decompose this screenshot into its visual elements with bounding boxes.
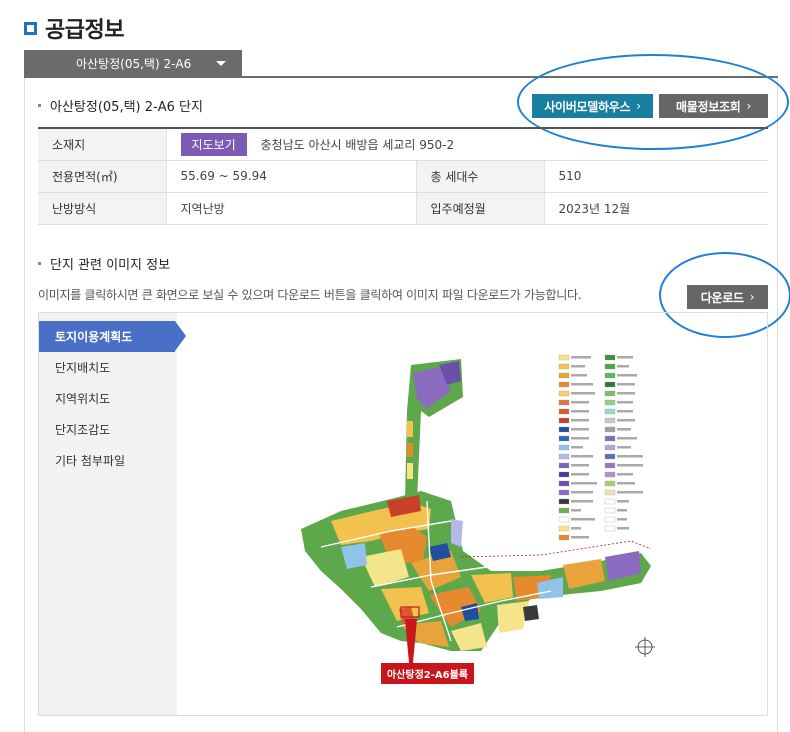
images-heading-text: 단지 관련 이미지 정보 [50,258,171,273]
area-label: 전용면적(㎡) [38,160,167,193]
bullet-icon [38,104,41,107]
location-label: 소재지 [38,127,167,161]
complex-select-label: 아산탕정(05,택) 2-A6 [76,56,192,71]
movein-label: 입주예정월 [416,192,545,225]
page-title-text: 공급정보 [45,18,124,43]
area-value: 55.69 ~ 59.94 [166,160,417,193]
map-main-body [301,491,651,651]
complex-select-tab[interactable]: 아산탕정(05,택) 2-A6 [24,50,242,76]
nav-item-land-use[interactable]: 토지이용계획도 [39,321,186,352]
map-legend [558,354,643,541]
images-section-heading: 단지 관련 이미지 정보 [38,254,170,273]
heating-value: 지역난방 [166,192,417,225]
map-north-strip [405,359,463,501]
complex-section-heading: 아산탕정(05,택) 2-A6 단지 [38,96,203,115]
households-label: 총 세대수 [416,160,545,193]
square-bullet-icon [24,21,37,35]
images-description: 이미지를 클릭하시면 큰 화면으로 보실 수 있으며 다운로드 버튼을 클릭하여… [38,288,582,302]
image-category-nav: 토지이용계획도 단지배치도 지역위치도 단지조감도 기타 첨부파일 [39,313,186,715]
table-row: 전용면적(㎡) 55.69 ~ 59.94 총 세대수 510 [38,160,768,193]
nav-item-layout[interactable]: 단지배치도 [39,352,177,383]
block-callout-label: 아산탕정2-A6블록 [381,663,475,684]
view-map-button[interactable]: 지도보기 [180,132,247,156]
nav-item-location[interactable]: 지역위치도 [39,383,177,414]
nav-item-aerial[interactable]: 단지조감도 [39,414,177,445]
bullet-icon [38,262,41,265]
location-cell: 지도보기 충청남도 아산시 배방읍 세교리 950-2 [166,127,768,161]
image-viewer: 토지이용계획도 단지배치도 지역위치도 단지조감도 기타 첨부파일 아산탕정2-… [38,312,768,716]
north-compass-icon [635,637,655,657]
table-row: 소재지 지도보기 충청남도 아산시 배방읍 세교리 950-2 [38,127,768,161]
complex-info-table: 소재지 지도보기 충청남도 아산시 배방읍 세교리 950-2 전용면적(㎡) … [38,127,768,225]
heating-label: 난방방식 [38,192,167,225]
caret-down-icon [216,61,226,66]
movein-value: 2023년 12월 [544,192,768,225]
land-use-plan-image[interactable] [301,351,661,681]
page-title: 공급정보 [24,12,124,44]
location-value: 충청남도 아산시 배방읍 세교리 950-2 [260,137,455,152]
complex-heading-text: 아산탕정(05,택) 2-A6 단지 [50,100,203,115]
nav-item-attachments[interactable]: 기타 첨부파일 [39,445,177,476]
table-row: 난방방식 지역난방 입주예정월 2023년 12월 [38,192,768,225]
households-value: 510 [544,160,768,193]
